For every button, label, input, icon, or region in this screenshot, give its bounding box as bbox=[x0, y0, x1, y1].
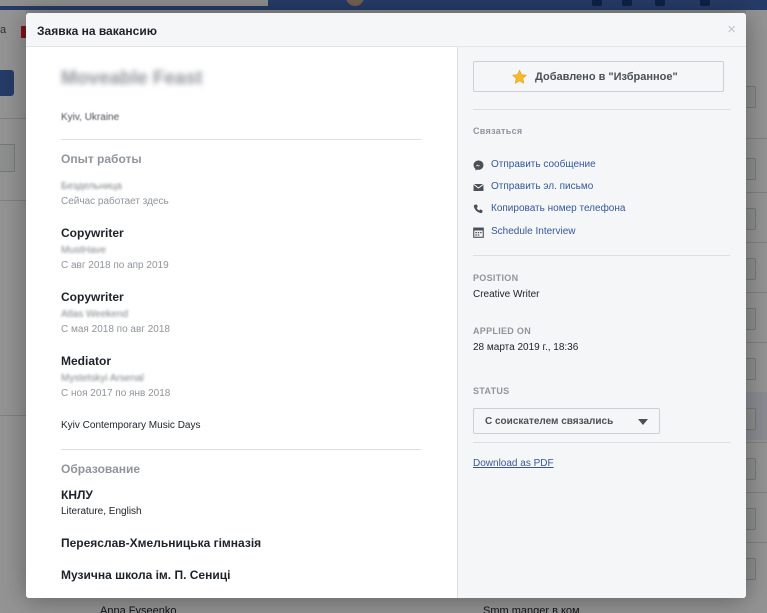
close-icon[interactable]: × bbox=[727, 22, 736, 37]
modal-title: Заявка на вакансию bbox=[37, 24, 157, 38]
education-title: Переяслав-Хмельницька гімназія bbox=[61, 536, 262, 550]
education-title: Музична школа ім. П. Сениці bbox=[61, 568, 231, 582]
job-title: Copywriter bbox=[61, 290, 124, 304]
experience-heading: Опыт работы bbox=[61, 152, 142, 166]
modal-header: Заявка на вакансию × bbox=[26, 13, 746, 47]
favorite-button-label: Добавлено в "Избранное" bbox=[535, 71, 678, 83]
copy-phone-link[interactable]: Копировать номер телефона bbox=[473, 203, 653, 217]
position-value: Creative Writer bbox=[473, 289, 540, 300]
candidate-profile: Moveable Feast Kyiv, Ukraine Опыт работы… bbox=[26, 47, 457, 598]
position-heading: POSITION bbox=[473, 273, 519, 283]
job-company: Mystetskyi Arsenal bbox=[61, 373, 144, 384]
status-heading: STATUS bbox=[473, 386, 510, 396]
section-divider bbox=[61, 449, 421, 450]
sidebar-divider bbox=[473, 109, 730, 110]
section-divider bbox=[61, 139, 421, 140]
send-message-link[interactable]: Отправить сообщение bbox=[473, 159, 633, 173]
messenger-icon bbox=[473, 160, 484, 171]
contact-heading: Связаться bbox=[473, 126, 523, 136]
education-heading: Образование bbox=[61, 462, 141, 476]
envelope-icon bbox=[473, 184, 484, 191]
job-dates: С мая 2018 по авг 2018 bbox=[61, 324, 170, 335]
job-company: MustHave bbox=[61, 245, 107, 256]
education-subtitle: Literature, English bbox=[61, 506, 142, 517]
status-value: С соискателем связались bbox=[485, 416, 614, 427]
caret-down-icon bbox=[638, 419, 648, 425]
applied-on-heading: APPLIED ON bbox=[473, 326, 532, 336]
application-sidebar: Добавлено в "Избранное" Связаться Отправ… bbox=[457, 47, 746, 598]
star-icon bbox=[512, 69, 527, 84]
schedule-interview-link[interactable]: Schedule Interview bbox=[473, 226, 603, 240]
copy-phone-label: Копировать номер телефона bbox=[491, 203, 626, 214]
favorite-button[interactable]: Добавлено в "Избранное" bbox=[473, 61, 724, 92]
job-dates: Сейчас работает здесь bbox=[61, 196, 169, 207]
phone-icon bbox=[473, 204, 483, 214]
application-modal: Заявка на вакансию × Moveable Feast Kyiv… bbox=[26, 13, 746, 598]
schedule-interview-label: Schedule Interview bbox=[491, 226, 576, 237]
sidebar-divider bbox=[473, 442, 730, 443]
candidate-name: Moveable Feast bbox=[61, 68, 203, 89]
job-dates: С авг 2018 по апр 2019 bbox=[61, 260, 169, 271]
send-email-label: Отправить эл. письмо bbox=[491, 181, 594, 192]
job-company: Бездельница bbox=[61, 181, 122, 192]
job-title: Copywriter bbox=[61, 226, 124, 240]
education-title: КНЛУ bbox=[61, 488, 93, 502]
send-email-link[interactable]: Отправить эл. письмо bbox=[473, 181, 633, 195]
download-pdf-link[interactable]: Download as PDF bbox=[473, 458, 554, 469]
job-company: Atlas Weekend bbox=[61, 309, 129, 320]
sidebar-divider bbox=[473, 255, 730, 256]
experience-extra: Kyiv Contemporary Music Days bbox=[61, 420, 201, 431]
calendar-icon bbox=[473, 227, 484, 238]
candidate-location: Kyiv, Ukraine bbox=[61, 112, 120, 123]
applied-on-value: 28 марта 2019 г., 18:36 bbox=[473, 342, 579, 353]
job-title: Mediator bbox=[61, 354, 112, 368]
send-message-label: Отправить сообщение bbox=[491, 159, 596, 170]
status-dropdown[interactable]: С соискателем связались bbox=[473, 408, 660, 434]
job-dates: С ноя 2017 по янв 2018 bbox=[61, 388, 171, 399]
